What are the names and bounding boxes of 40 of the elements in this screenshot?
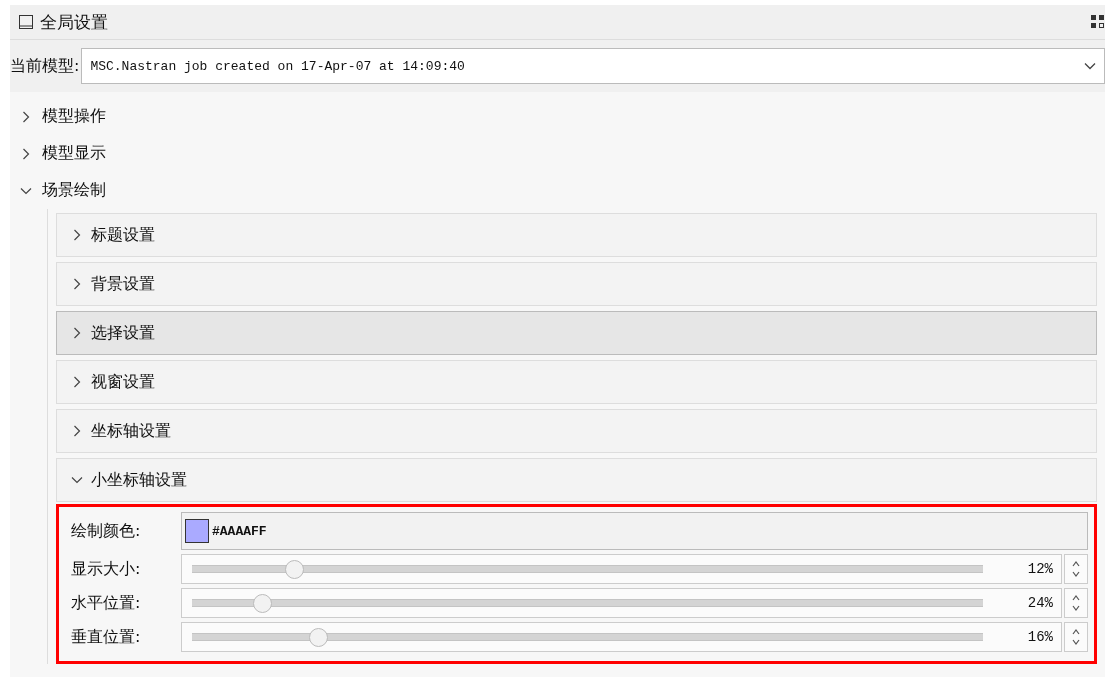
spin-button[interactable] — [1064, 554, 1088, 584]
section-header[interactable]: 视窗设置 — [56, 360, 1097, 404]
percent-value: 12% — [1026, 561, 1053, 577]
section-header[interactable]: 小坐标轴设置 — [56, 458, 1097, 502]
chevron-right-icon — [20, 147, 32, 160]
window-title: 全局设置 — [40, 10, 108, 34]
up-down-arrows-icon — [1071, 559, 1081, 579]
chevron-right-icon — [71, 376, 83, 388]
chevron-right-icon — [71, 278, 83, 290]
section-header[interactable]: 背景设置 — [56, 262, 1097, 306]
layout-icon[interactable] — [1091, 15, 1105, 29]
color-picker[interactable]: #AAAAFF — [181, 512, 1088, 550]
tree-item[interactable]: 场景绘制 — [10, 172, 1105, 209]
field-label: 绘制颜色: — [70, 519, 142, 542]
spin-button[interactable] — [1064, 588, 1088, 618]
slider-thumb[interactable] — [284, 559, 304, 579]
chevron-down-icon — [71, 474, 83, 486]
chevron-down-icon — [1084, 62, 1096, 70]
chevron-right-icon — [71, 425, 83, 437]
chevron-right-icon — [71, 327, 83, 339]
percent-value: 24% — [1026, 595, 1053, 611]
section-header[interactable]: 选择设置 — [56, 311, 1097, 355]
section-header[interactable]: 坐标轴设置 — [56, 409, 1097, 453]
section-header[interactable]: 标题设置 — [56, 213, 1097, 257]
model-label: 当前模型: — [10, 55, 80, 77]
spin-button[interactable] — [1064, 622, 1088, 652]
tree-item[interactable]: 模型显示 — [10, 135, 1105, 172]
tree-item[interactable]: 模型操作 — [10, 98, 1105, 135]
up-down-arrows-icon — [1071, 593, 1081, 613]
chevron-right-icon — [71, 229, 83, 241]
up-down-arrows-icon — [1071, 627, 1081, 647]
window-icon — [18, 14, 34, 30]
field-label: 水平位置: — [70, 591, 142, 614]
model-dropdown[interactable]: MSC.Nastran job created on 17-Apr-07 at 14:09:40 — [81, 48, 1105, 84]
field-label: 垂直位置: — [70, 625, 142, 648]
percent-value: 16% — [1026, 629, 1053, 645]
slider-thumb[interactable] — [308, 627, 328, 647]
field-label: 显示大小: — [70, 557, 142, 580]
chevron-right-icon — [20, 110, 32, 123]
slider-thumb[interactable] — [253, 593, 273, 613]
